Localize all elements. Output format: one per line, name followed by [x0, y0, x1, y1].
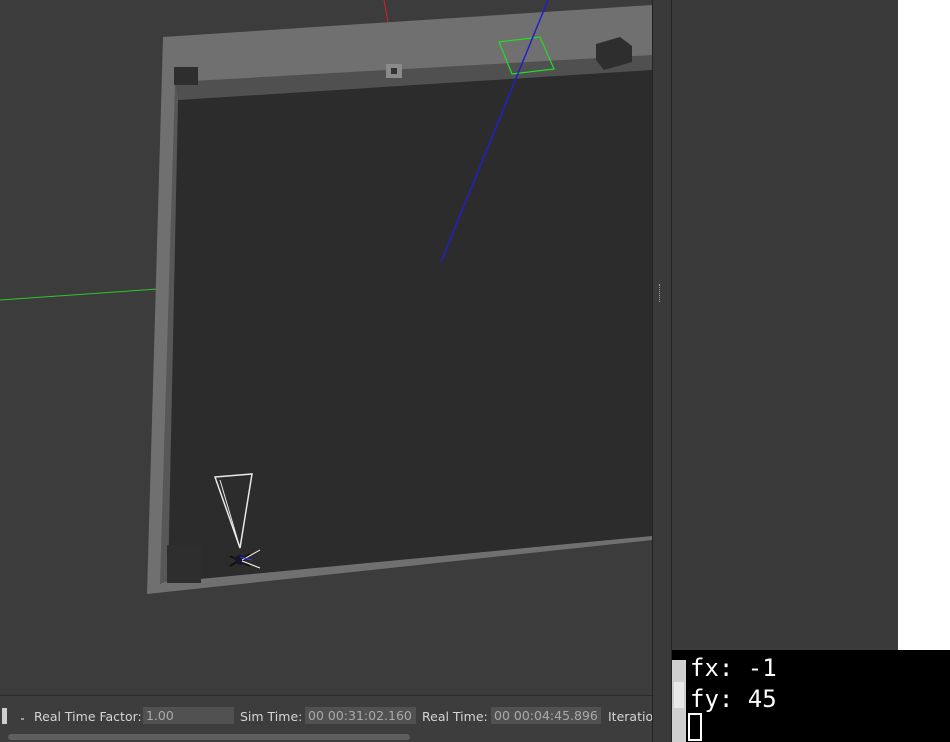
horizontal-scrollbar[interactable] — [8, 734, 410, 740]
terminal-line-fx: fx: -1 — [690, 654, 777, 682]
corner-post-bottom-left — [167, 545, 201, 583]
y-axis-line — [0, 288, 159, 301]
x-axis-line — [383, 0, 389, 23]
pause-handle-icon[interactable] — [2, 708, 7, 724]
right-side-panel — [672, 0, 898, 650]
terminal-window[interactable]: fx: -1 fy: 45 — [672, 650, 950, 742]
desktop-background — [898, 0, 950, 650]
terminal-cursor — [688, 713, 702, 741]
splitter-grip-icon[interactable] — [659, 284, 664, 302]
rtf-value: 1.00 — [143, 707, 234, 724]
rtf-label: Real Time Factor: — [34, 709, 142, 724]
real-time-value: 00 00:04:45.896 — [491, 707, 601, 724]
real-time-label: Real Time: — [422, 709, 488, 724]
sim-time-label: Sim Time: — [240, 709, 303, 724]
wall-object-detail — [391, 68, 397, 74]
panel-splitter[interactable] — [652, 0, 672, 742]
terminal-scrollbar[interactable] — [672, 660, 686, 742]
room-floor — [168, 70, 652, 582]
status-dot — [21, 718, 24, 720]
iterations-label: Iteratio — [608, 709, 654, 724]
scene-render — [0, 0, 652, 594]
terminal-scroll-thumb[interactable] — [674, 682, 684, 708]
status-bar: Real Time Factor: 1.00 Sim Time: 00 00:3… — [0, 695, 654, 742]
corner-post-top-left — [174, 67, 198, 85]
sim-time-value: 00 00:31:02.160 — [305, 707, 416, 724]
terminal-line-fy: fy: 45 — [690, 685, 777, 713]
3d-viewport[interactable] — [0, 0, 652, 695]
